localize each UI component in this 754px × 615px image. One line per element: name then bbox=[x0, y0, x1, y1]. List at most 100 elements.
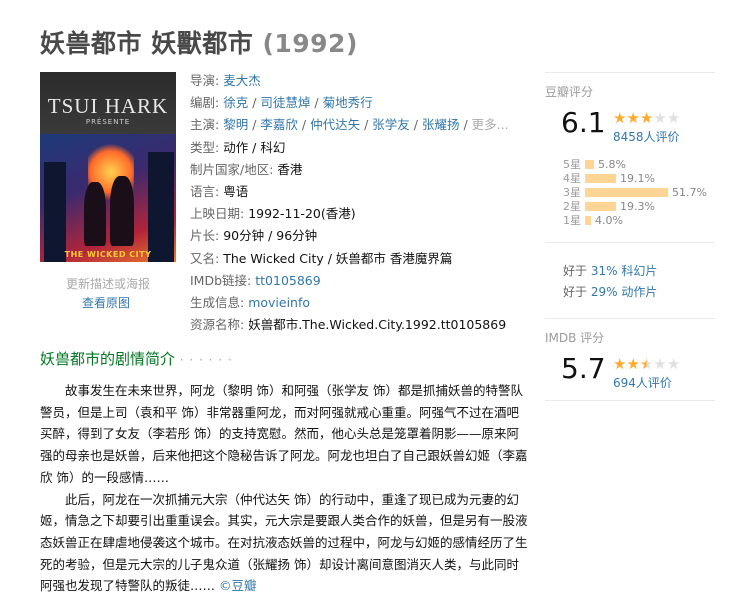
imdb-link[interactable]: tt0105869 bbox=[255, 273, 320, 288]
info-value: 妖兽都市.The.Wicked.City.1992.tt0105869 bbox=[248, 317, 507, 333]
compare-prefix: 好于 bbox=[563, 285, 588, 299]
info-label: 资源名称: bbox=[190, 317, 245, 333]
star-icon: ★ bbox=[613, 355, 627, 373]
dist-bar bbox=[585, 174, 616, 183]
poster-building bbox=[44, 162, 66, 262]
info-runtime: 片长: 90分钟 / 96分钟 bbox=[190, 225, 530, 247]
cast-link[interactable]: 李嘉欣 bbox=[260, 117, 298, 132]
page-title: 妖兽都市 妖獸都市 (1992) bbox=[40, 24, 358, 60]
compare-link[interactable]: 31% 科幻片 bbox=[591, 264, 658, 278]
star-icon: ★ bbox=[613, 109, 627, 127]
dist-bar bbox=[585, 160, 594, 169]
poster-figure bbox=[84, 182, 106, 246]
info-label: IMDb链接: bbox=[190, 272, 252, 288]
dist-bar bbox=[585, 216, 591, 225]
info-genre: 类型: 动作 / 科幻 bbox=[190, 137, 530, 159]
star-icon: ★ bbox=[626, 109, 640, 127]
info-value: 动作 / 科幻 bbox=[223, 139, 286, 155]
dist-pct: 5.8% bbox=[598, 158, 626, 171]
douban-count-link[interactable]: 8458人评价 bbox=[613, 128, 680, 145]
dist-pct: 19.3% bbox=[620, 200, 655, 213]
dist-label: 4星 bbox=[563, 172, 581, 185]
dist-pct: 4.0% bbox=[595, 214, 623, 227]
summary-paragraph: 故事发生在未来世界，阿龙（黎明 饰）和阿强（张学友 饰）都是抓捕妖兽的特警队警员… bbox=[40, 383, 528, 485]
douban-score: 6.1 bbox=[561, 106, 606, 139]
compare-prefix: 好于 bbox=[563, 264, 588, 278]
info-resource: 资源名称: 妖兽都市.The.Wicked.City.1992.tt010586… bbox=[190, 314, 530, 336]
divider bbox=[545, 72, 715, 73]
cast-link[interactable]: 仲代达矢 bbox=[310, 117, 360, 132]
star-icon: ★ bbox=[626, 355, 640, 373]
summary-title: 妖兽都市的剧情简介 · · · · · · bbox=[40, 348, 233, 369]
poster-building bbox=[148, 152, 174, 262]
info-language: 语言: 粤语 bbox=[190, 181, 530, 203]
dist-pct: 51.7% bbox=[672, 186, 707, 199]
director-link[interactable]: 麦大杰 bbox=[223, 73, 261, 88]
info-label: 类型: bbox=[190, 139, 220, 155]
info-label: 又名: bbox=[190, 250, 220, 266]
douban-credit-link[interactable]: ©豆瓣 bbox=[219, 578, 257, 593]
divider bbox=[545, 318, 715, 319]
poster-tagline: THE WICKED CITY bbox=[64, 250, 152, 259]
star-empty-icon: ★ bbox=[666, 355, 681, 373]
summary-dots: · · · · · · bbox=[179, 353, 233, 367]
rating-dist-row: 2星 19.3% bbox=[563, 200, 655, 213]
compare-genre: 科幻片 bbox=[621, 264, 658, 278]
summary-title-text: 妖兽都市的剧情简介 bbox=[40, 350, 176, 368]
info-label: 导演 bbox=[190, 73, 216, 88]
cast-link[interactable]: 张耀扬 bbox=[422, 117, 460, 132]
title-main: 妖兽都市 妖獸都市 bbox=[40, 29, 254, 58]
dist-bar bbox=[585, 202, 616, 211]
info-writers: 编剧: 徐克 / 司徒慧焯 / 菊地秀行 bbox=[190, 95, 373, 111]
rating-dist-row: 4星 19.1% bbox=[563, 172, 655, 185]
info-release: 上映日期: 1992-11-20(香港) bbox=[190, 203, 530, 225]
info-label: 片长: bbox=[190, 228, 220, 244]
info-label: 主演 bbox=[190, 117, 216, 133]
compare-pct: 31% bbox=[590, 264, 618, 278]
info-value: 香港 bbox=[277, 161, 303, 177]
imdb-rating: IMDB 评分 5.7 ★★★★★ 694人评价 bbox=[545, 318, 715, 401]
cast-link[interactable]: 张学友 bbox=[372, 117, 410, 132]
divider bbox=[545, 400, 715, 401]
writer-link[interactable]: 徐克 bbox=[223, 95, 248, 110]
info-country: 制片国家/地区: 香港 bbox=[190, 159, 530, 181]
star-empty-icon: ★ bbox=[653, 109, 667, 127]
title-year: (1992) bbox=[262, 29, 358, 58]
cast-link[interactable]: 黎明 bbox=[223, 117, 248, 132]
info-director: 导演: 麦大杰 bbox=[190, 73, 261, 88]
view-original-link[interactable]: 查看原图 bbox=[82, 294, 130, 311]
compare-pct: 29% bbox=[590, 285, 618, 299]
update-poster-link[interactable]: 更新描述或海报 bbox=[66, 275, 150, 292]
gen-info-link[interactable]: movieinfo bbox=[248, 295, 310, 310]
rating-dist-row: 1星 4.0% bbox=[563, 214, 623, 227]
summary-paragraph-text: 此后，阿龙在一次抓捕元大宗（仲代达矢 饰）的行动中，重逢了现已成为元妻的幻姬，情… bbox=[40, 491, 528, 594]
info-cast: 主演: 黎明 / 李嘉欣 / 仲代达矢 / 张学友 / 张耀扬 / 更多... bbox=[190, 117, 509, 133]
rating-label: IMDB 评分 bbox=[545, 331, 605, 345]
info-label: 语言: bbox=[190, 184, 220, 200]
rating-label: 豆瓣评分 bbox=[545, 85, 594, 99]
star-empty-icon: ★ bbox=[666, 109, 681, 127]
imdb-count-link[interactable]: 694人评价 bbox=[613, 374, 672, 391]
compare-genre: 动作片 bbox=[621, 285, 658, 299]
cast-more-link[interactable]: 更多... bbox=[472, 117, 509, 132]
info-value: 90分钟 / 96分钟 bbox=[223, 228, 318, 244]
info-value: 1992-11-20(香港) bbox=[248, 206, 356, 222]
imdb-score: 5.7 bbox=[561, 352, 606, 385]
compare-row: 好于 29% 动作片 bbox=[563, 283, 657, 300]
dist-bar bbox=[585, 188, 668, 197]
summary-body: 故事发生在未来世界，阿龙（黎明 饰）和阿强（张学友 饰）都是抓捕妖兽的特警队警员… bbox=[40, 380, 530, 597]
douban-stars: ★★★★★ bbox=[613, 110, 680, 126]
movie-poster[interactable]: TSUI HARK PRÉSENTE THE WICKED CITY bbox=[40, 72, 176, 262]
poster-figure bbox=[110, 176, 134, 246]
poster-director-text: TSUI HARK bbox=[47, 94, 169, 118]
writer-link[interactable]: 菊地秀行 bbox=[323, 95, 373, 110]
movie-info: 导演: 麦大杰 编剧: 徐克 / 司徒慧焯 / 菊地秀行 主演: 黎明 / 李嘉… bbox=[190, 70, 530, 336]
info-label: 上映日期: bbox=[190, 206, 245, 222]
divider bbox=[545, 242, 715, 243]
compare-link[interactable]: 29% 动作片 bbox=[591, 285, 658, 299]
info-label: 生成信息: bbox=[190, 295, 245, 311]
info-imdb: IMDb链接: tt0105869 bbox=[190, 270, 530, 292]
imdb-stars: ★★★★★ bbox=[613, 356, 680, 372]
writer-link[interactable]: 司徒慧焯 bbox=[260, 95, 310, 110]
dist-label: 5星 bbox=[563, 158, 581, 171]
